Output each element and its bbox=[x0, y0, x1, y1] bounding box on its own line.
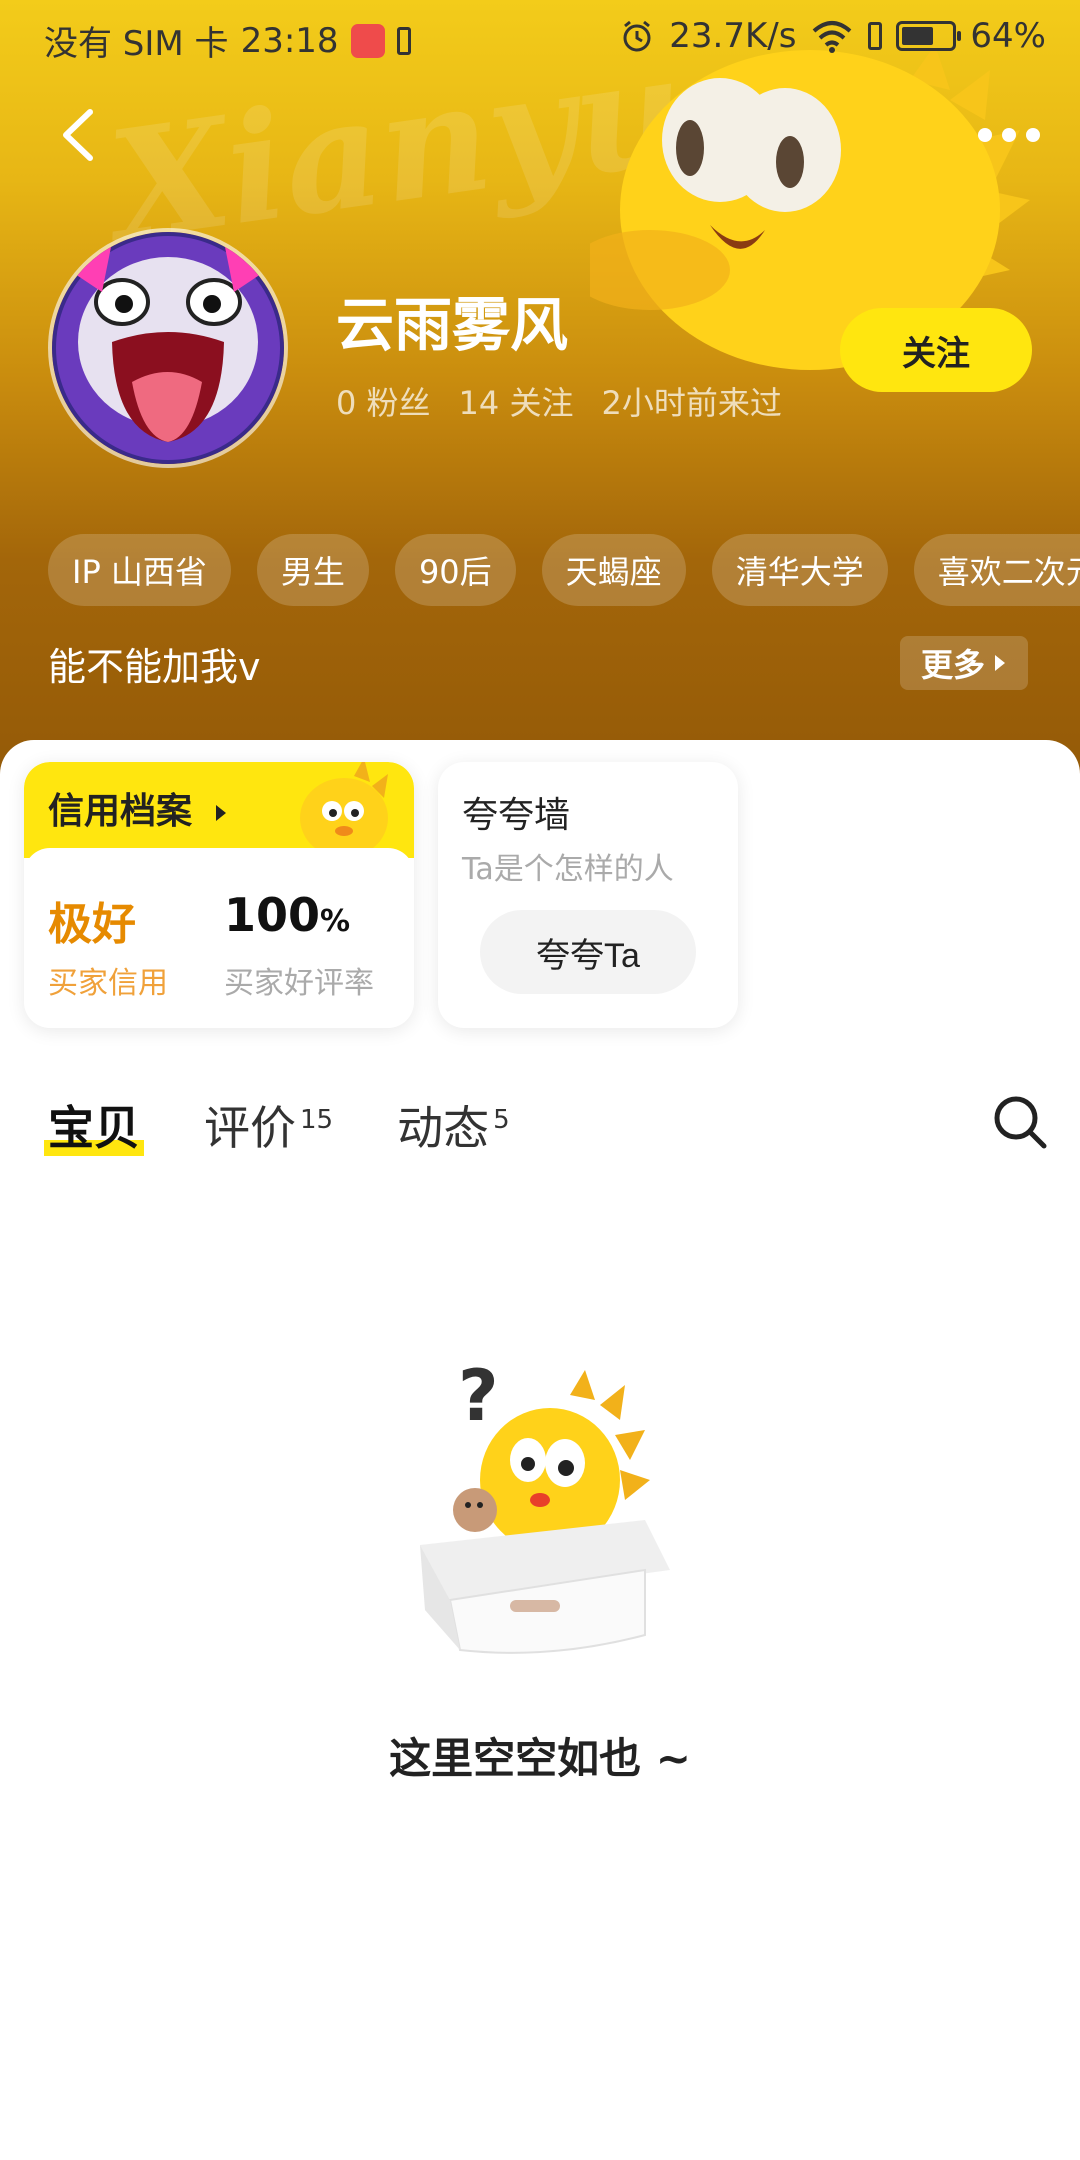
tab-reviews-count: 15 bbox=[300, 1104, 334, 1135]
praise-wall-card: 夸夸墙 Ta是个怎样的人 夸夸Ta bbox=[438, 762, 738, 1028]
signal-alert-icon bbox=[868, 22, 883, 50]
network-speed: 23.7K/s bbox=[669, 16, 797, 56]
wifi-icon bbox=[813, 21, 852, 53]
tag-interest: 喜欢二次元 bbox=[913, 534, 1080, 606]
caret-right-icon bbox=[995, 655, 1005, 671]
more-options-icon[interactable] bbox=[940, 110, 1040, 160]
sim-alert-icon bbox=[396, 26, 411, 55]
content-tabs: 宝贝 评价 15 动态 5 bbox=[44, 1092, 510, 1158]
positive-rate-number: 100 bbox=[224, 888, 321, 942]
buyer-credit-label: 买家信用 bbox=[48, 966, 168, 1001]
tag-zodiac: 天蝎座 bbox=[541, 534, 686, 606]
tab-reviews-label: 评价 bbox=[204, 1101, 296, 1155]
profile-bio: 能不能加我v bbox=[48, 645, 261, 689]
more-info-button[interactable]: 更多 bbox=[900, 636, 1028, 690]
praise-button[interactable]: 夸夸Ta bbox=[480, 910, 696, 994]
username: 云雨雾风 bbox=[336, 291, 569, 359]
carrier-text: 没有 SIM 卡 bbox=[44, 24, 229, 64]
battery-percent: 64% bbox=[970, 16, 1046, 56]
app-store-icon bbox=[350, 23, 385, 58]
empty-state-message: 这里空空如也 ~ bbox=[389, 1734, 691, 1783]
credit-card-body: 极好 买家信用 100% 买家好评率 bbox=[24, 848, 414, 1028]
following-count[interactable]: 14 关注 bbox=[459, 378, 574, 424]
last-active: 2小时前来过 bbox=[601, 384, 782, 422]
profile-header: Xianyu 没有 SIM 卡 23:18 23.7K/s 64% 云雨雾风 0… bbox=[0, 0, 1080, 800]
clock: 23:18 bbox=[240, 20, 339, 61]
svg-text:?: ? bbox=[458, 1360, 499, 1437]
avatar-image bbox=[52, 232, 284, 464]
praise-wall-subtitle: Ta是个怎样的人 bbox=[462, 852, 674, 887]
battery-fill bbox=[902, 27, 934, 45]
credit-card-header: 信用档案 bbox=[24, 762, 414, 858]
tag-age-group: 90后 bbox=[394, 534, 516, 606]
more-info-label: 更多 bbox=[920, 646, 985, 684]
positive-rate-unit: % bbox=[320, 904, 351, 939]
tab-items-label: 宝贝 bbox=[48, 1101, 140, 1155]
back-arrow-icon[interactable] bbox=[48, 100, 118, 170]
profile-stats: 0 粉丝 14 关注 2小时前来过 bbox=[336, 378, 782, 424]
tab-activity[interactable]: 动态 5 bbox=[397, 1092, 510, 1158]
buyer-credit-value: 极好 bbox=[48, 899, 136, 950]
alarm-icon bbox=[623, 20, 651, 52]
credit-title: 信用档案 bbox=[48, 782, 229, 834]
battery-icon bbox=[896, 21, 962, 51]
caret-right-icon bbox=[215, 805, 226, 821]
tag-school: 清华大学 bbox=[711, 534, 888, 606]
credit-profile-card[interactable]: 信用档案 极好 买家信用 100% 买家好评率 bbox=[24, 762, 414, 1028]
profile-tags: IP 山西省 男生 90后 天蝎座 清华大学 喜欢二次元 bbox=[48, 534, 1080, 606]
positive-rate-label: 买家好评率 bbox=[224, 966, 374, 1001]
praise-wall-title: 夸夸墙 bbox=[462, 795, 571, 836]
positive-rate-value: 100% bbox=[224, 888, 350, 942]
tab-activity-count: 5 bbox=[493, 1104, 510, 1135]
content-panel: 信用档案 极好 买家信用 100% 买家好评率 夸夸墙 Ta是个怎样的人 夸夸T… bbox=[0, 740, 1080, 2160]
status-bar: 没有 SIM 卡 23:18 23.7K/s 64% bbox=[0, 0, 1080, 76]
tab-reviews[interactable]: 评价 15 bbox=[204, 1092, 333, 1158]
tag-ip-location: IP 山西省 bbox=[48, 534, 231, 606]
follow-button[interactable]: 关注 bbox=[840, 308, 1032, 392]
followers-count[interactable]: 0 粉丝 bbox=[336, 378, 431, 424]
search-icon[interactable] bbox=[990, 1092, 1050, 1152]
tab-items[interactable]: 宝贝 bbox=[44, 1092, 144, 1158]
tag-gender: 男生 bbox=[256, 534, 369, 606]
avatar[interactable] bbox=[48, 228, 288, 468]
empty-box-mascot-illustration: ? bbox=[420, 1360, 670, 1654]
credit-title-text: 信用档案 bbox=[48, 791, 193, 832]
tab-activity-label: 动态 bbox=[397, 1101, 490, 1155]
